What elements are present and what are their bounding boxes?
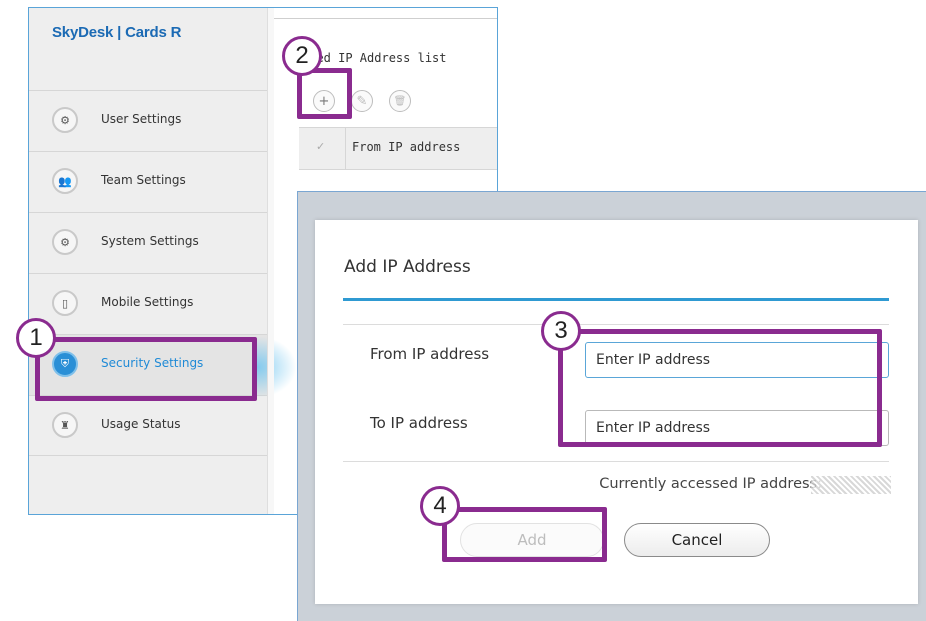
column-header-from-ip: From IP address [352, 140, 461, 154]
dialog-title-rule [343, 298, 889, 301]
sidebar-item-mobile-settings[interactable]: ▯ Mobile Settings [29, 273, 267, 334]
select-all-checkbox[interactable]: ✓ [316, 140, 325, 153]
main-topbar [274, 8, 497, 19]
dialog-title: Add IP Address [344, 257, 471, 277]
step-1-highlight [35, 337, 257, 401]
dialog-divider [343, 324, 889, 325]
user-gear-icon: ⚙ [52, 107, 78, 133]
brand-logo: SkyDesk | Cards R [52, 24, 182, 41]
sidebar-menu: ⚙ User Settings 👥 Team Settings ⚙ System… [29, 90, 267, 456]
column-divider [345, 128, 346, 169]
masked-ip-value [811, 476, 891, 494]
ip-list-title: owed IP Address list [302, 51, 447, 65]
sidebar-item-team-settings[interactable]: 👥 Team Settings [29, 151, 267, 212]
sidebar-item-system-settings[interactable]: ⚙ System Settings [29, 212, 267, 273]
sidebar-item-usage-status[interactable]: ♜ Usage Status [29, 395, 267, 456]
step-1-badge: 1 [16, 318, 56, 358]
mobile-icon: ▯ [52, 290, 78, 316]
step-4-badge: 4 [420, 486, 460, 526]
to-ip-label: To IP address [370, 414, 468, 432]
edit-icon[interactable]: ✎ [351, 90, 373, 112]
step-3-highlight [558, 329, 882, 447]
team-icon: 👥 [52, 168, 78, 194]
step-4-highlight [442, 507, 607, 562]
sidebar-item-label: Mobile Settings [101, 295, 194, 309]
from-ip-label: From IP address [370, 345, 490, 363]
sidebar-item-label: Usage Status [101, 417, 181, 431]
delete-icon[interactable]: 🗑 [389, 90, 411, 112]
sidebar-item-user-settings[interactable]: ⚙ User Settings [29, 90, 267, 151]
cancel-button[interactable]: Cancel [624, 523, 770, 557]
sidebar-item-label: Team Settings [101, 173, 186, 187]
sidebar-item-label: User Settings [101, 112, 182, 126]
table-header: ✓ From IP address [299, 127, 497, 170]
current-ip-label: Currently accessed IP address: [599, 476, 822, 492]
gear-icon: ⚙ [52, 229, 78, 255]
usage-icon: ♜ [52, 412, 78, 438]
sidebar-item-label: System Settings [101, 234, 199, 248]
sidebar: SkyDesk | Cards R ⚙ User Settings 👥 Team… [29, 8, 267, 514]
dialog-divider [343, 461, 889, 462]
sidebar-divider [267, 8, 274, 514]
step-2-badge: 2 [282, 36, 322, 76]
step-3-badge: 3 [541, 311, 581, 351]
